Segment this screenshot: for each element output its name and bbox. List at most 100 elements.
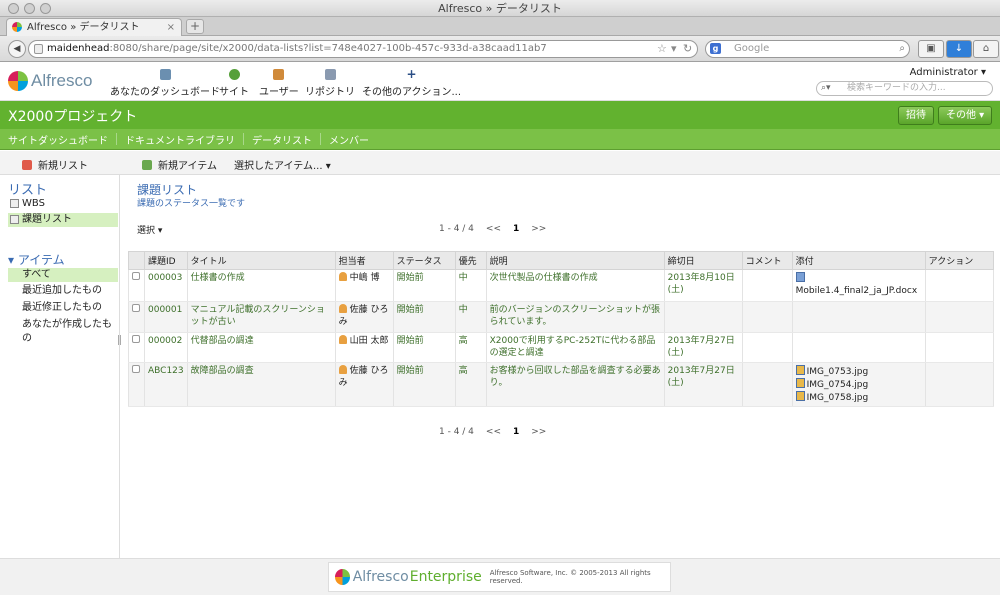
- new-list-icon: [22, 159, 32, 170]
- attachment-link[interactable]: Mobile1.4_final2_ja_JP.docx: [796, 285, 922, 297]
- column-attachments[interactable]: 添付: [791, 251, 926, 270]
- zoom-window-icon[interactable]: [40, 3, 51, 14]
- list-item-wbs[interactable]: WBS: [8, 197, 118, 211]
- column-comment[interactable]: コメント: [741, 251, 793, 270]
- column-description[interactable]: 説明: [485, 251, 665, 270]
- minimize-window-icon[interactable]: [24, 3, 35, 14]
- nav-my-dashboard[interactable]: あなたのダッシュボード: [110, 69, 220, 98]
- attachment-name: IMG_0753.jpg: [806, 367, 869, 377]
- site-title: X2000プロジェクト: [8, 109, 138, 125]
- list-description: 課題のステータス一覧です: [137, 199, 246, 209]
- column-title[interactable]: タイトル: [186, 251, 336, 270]
- downloads-button[interactable]: ↓: [946, 40, 972, 58]
- cell-attachments: [791, 332, 926, 363]
- filter-recently-modified[interactable]: 最近修正したもの: [8, 301, 118, 315]
- column-select: [128, 251, 145, 270]
- cell-due-date: 2013年7月27日(土): [663, 362, 743, 407]
- items-heading[interactable]: ▾ アイテム: [8, 251, 65, 268]
- filter-recently-added[interactable]: 最近追加したもの: [8, 284, 118, 298]
- google-icon: g: [710, 43, 721, 54]
- site-search-placeholder: 検索キーワードの入力...: [847, 83, 946, 93]
- search-dropdown-icon[interactable]: ⌕▾: [821, 82, 831, 95]
- close-window-icon[interactable]: [8, 3, 19, 14]
- column-id[interactable]: 課題ID: [144, 251, 188, 270]
- nav-label: その他のアクション...: [362, 87, 462, 98]
- search-icon[interactable]: ⌕: [899, 41, 905, 57]
- column-actions: アクション: [924, 251, 995, 270]
- nav-more-actions[interactable]: + その他のアクション...: [362, 68, 462, 98]
- table-row[interactable]: ABC123 故障部品の調査 佐藤 ひろみ 開始前 高 お客様から回収した部品を…: [128, 362, 995, 407]
- site-nav-members[interactable]: メンバー: [321, 132, 377, 147]
- pager-next[interactable]: >>: [531, 427, 546, 437]
- reload-icon[interactable]: ↻: [683, 41, 692, 57]
- nav-label: あなたのダッシュボード: [110, 87, 220, 98]
- pager-prev[interactable]: <<: [486, 224, 501, 234]
- attachment-link[interactable]: IMG_0754.jpg: [795, 378, 922, 391]
- filter-created-by-me[interactable]: あなたが作成したもの: [8, 318, 118, 344]
- cell-comment: [741, 301, 793, 333]
- window-title-bar: Alfresco » データリスト: [0, 0, 1000, 17]
- pager-next[interactable]: >>: [531, 224, 546, 234]
- cell-id: 000001: [144, 301, 188, 333]
- table-row[interactable]: 000002 代替部品の調達 山田 太郎 開始前 高 X2000で利用するPC-…: [128, 332, 995, 363]
- list-item-issue-list[interactable]: 課題リスト: [8, 213, 118, 227]
- new-tab-button[interactable]: +: [186, 19, 204, 34]
- pager-range: 1 - 4 / 4: [439, 224, 474, 234]
- cell-actions: [924, 269, 995, 302]
- new-list-button[interactable]: 新規リスト: [22, 157, 88, 172]
- bookmark-star-icon[interactable]: ☆: [657, 41, 667, 57]
- attachment-name: IMG_0754.jpg: [806, 380, 869, 390]
- row-checkbox[interactable]: [132, 272, 140, 280]
- home-button[interactable]: ⌂: [973, 40, 999, 58]
- list-icon: [10, 199, 19, 208]
- footer-brand-enterprise: Enterprise: [409, 569, 482, 585]
- back-button[interactable]: ◀: [8, 40, 26, 58]
- site-nav-data-lists[interactable]: データリスト: [244, 132, 320, 147]
- row-checkbox[interactable]: [132, 335, 140, 343]
- dropdown-arrow-icon[interactable]: ▾: [671, 41, 677, 57]
- browser-tab[interactable]: Alfresco » データリスト ×: [6, 18, 182, 36]
- column-due-date[interactable]: 締切日: [663, 251, 743, 270]
- nav-sites[interactable]: サイト: [219, 69, 249, 98]
- cell-description: 前のバージョンのスクリーンショットが張られています。: [485, 301, 665, 333]
- filter-all[interactable]: すべて: [8, 268, 118, 282]
- site-nav-dashboard[interactable]: サイトダッシュボード: [0, 132, 116, 147]
- pager-prev[interactable]: <<: [486, 427, 501, 437]
- column-priority[interactable]: 優先: [454, 251, 487, 270]
- cell-description: 次世代製品の仕様書の作成: [485, 269, 665, 302]
- row-checkbox[interactable]: [132, 304, 140, 312]
- column-assignee[interactable]: 担当者: [334, 251, 394, 270]
- cell-priority: 中: [454, 269, 487, 302]
- cell-priority: 高: [454, 362, 487, 407]
- table-row[interactable]: 000001 マニュアル記載のスクリーンショットが古い 佐藤 ひろみ 開始前 中…: [128, 301, 995, 333]
- user-menu[interactable]: Administrator ▾: [910, 67, 986, 78]
- new-item-button[interactable]: 新規アイテム: [142, 157, 217, 172]
- cell-assignee[interactable]: 山田 太郎: [350, 336, 389, 346]
- attachment-link[interactable]: IMG_0753.jpg: [795, 365, 922, 378]
- row-checkbox[interactable]: [132, 365, 140, 373]
- alfresco-favicon-icon: [12, 22, 22, 32]
- cell-actions: [924, 362, 995, 407]
- repository-icon: [324, 69, 336, 80]
- attachment-link[interactable]: IMG_0758.jpg: [795, 391, 922, 404]
- nav-people[interactable]: ユーザー: [259, 69, 299, 98]
- table-row[interactable]: 000003 仕様書の作成 中嶋 博 開始前 中 次世代製品の仕様書の作成 20…: [128, 269, 995, 302]
- nav-repository[interactable]: リポジトリ: [305, 69, 355, 98]
- new-list-label: 新規リスト: [38, 161, 88, 172]
- url-bar[interactable]: maidenhead:8080/share/page/site/x2000/da…: [28, 40, 698, 58]
- alfresco-logo[interactable]: Alfresco: [8, 69, 92, 93]
- browser-search-input[interactable]: g Google ⌕: [705, 40, 910, 58]
- tab-label: Alfresco » データリスト: [27, 22, 140, 33]
- cell-assignee[interactable]: 中嶋 博: [350, 273, 380, 283]
- site-search-input[interactable]: ⌕▾ 検索キーワードの入力...: [816, 81, 993, 96]
- site-nav-document-library[interactable]: ドキュメントライブラリ: [117, 132, 243, 147]
- invite-button[interactable]: 招待: [898, 106, 934, 125]
- attachment-name: IMG_0758.jpg: [806, 393, 869, 403]
- tab-close-icon[interactable]: ×: [167, 19, 175, 36]
- selected-items-menu[interactable]: 選択したアイテム... ▾: [234, 157, 331, 172]
- select-menu[interactable]: 選択 ▾: [137, 223, 162, 236]
- more-button[interactable]: その他 ▾: [938, 106, 993, 125]
- column-status[interactable]: ステータス: [392, 251, 456, 270]
- screenshot-button[interactable]: ▣: [918, 40, 944, 58]
- pager-current: 1: [513, 224, 520, 234]
